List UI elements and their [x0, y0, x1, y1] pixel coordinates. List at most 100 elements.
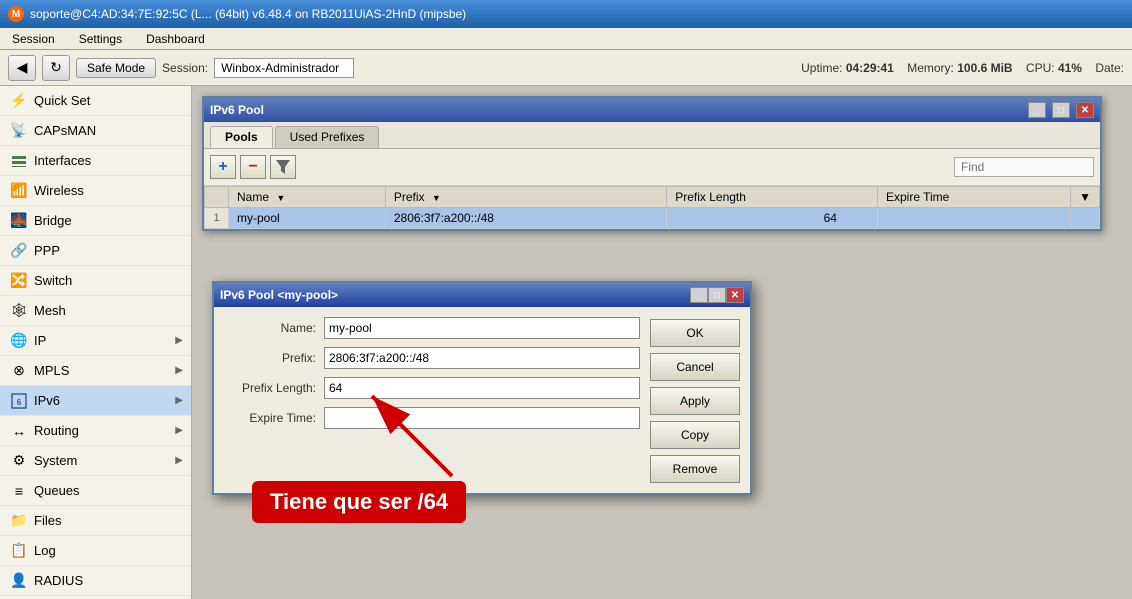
sidebar-item-switch[interactable]: 🔀 Switch — [0, 266, 191, 296]
switch-icon: 🔀 — [10, 272, 28, 290]
dialog-minimize-button[interactable]: _ — [690, 287, 708, 303]
sidebar-item-interfaces[interactable]: Interfaces — [0, 146, 191, 176]
find-input[interactable] — [954, 157, 1094, 177]
sidebar-item-quick-set[interactable]: ⚡ Quick Set — [0, 86, 191, 116]
cpu-value: 41% — [1058, 61, 1082, 75]
radius-icon: 👤 — [10, 572, 28, 590]
menu-dashboard[interactable]: Dashboard — [138, 30, 213, 48]
safe-mode-button[interactable]: Safe Mode — [76, 58, 156, 78]
sidebar-label-radius: RADIUS — [34, 573, 83, 588]
add-pool-button[interactable]: + — [210, 155, 236, 179]
remove-button[interactable]: Remove — [650, 455, 740, 483]
ipv6-pool-dialog: IPv6 Pool <my-pool> _ □ ✕ Name: Prefix: — [212, 281, 752, 495]
session-label: Session: — [162, 61, 208, 75]
pool-table-container: Name ▼ Prefix ▼ Prefix Length — [204, 186, 1100, 229]
dialog-buttons: OK Cancel Apply Copy Remove — [650, 317, 740, 483]
dialog-title-text: IPv6 Pool <my-pool> — [220, 288, 690, 302]
content-area: IPv6 Pool _ □ ✕ Pools Used Prefixes + − — [192, 86, 1132, 599]
title-bar-text: soporte@C4:AD:34:7E:92:5C (L... (64bit) … — [30, 7, 1124, 21]
tab-pools[interactable]: Pools — [210, 126, 273, 148]
ip-icon: 🌐 — [10, 332, 28, 350]
filter-button[interactable] — [270, 155, 296, 179]
expire-time-label: Expire Time: — [224, 411, 324, 425]
apply-button[interactable]: Apply — [650, 387, 740, 415]
routing-arrow-icon: ▶ — [175, 425, 183, 436]
ok-button[interactable]: OK — [650, 319, 740, 347]
sidebar-item-capsman[interactable]: 📡 CAPsMAN — [0, 116, 191, 146]
name-input[interactable] — [324, 317, 640, 339]
ipv6-pool-title-bar: IPv6 Pool _ □ ✕ — [204, 98, 1100, 122]
prefix-length-label: Prefix Length: — [224, 381, 324, 395]
queues-icon: ≡ — [10, 482, 28, 500]
tab-used-prefixes[interactable]: Used Prefixes — [275, 126, 380, 148]
name-label: Name: — [224, 321, 324, 335]
session-value: Winbox-Administrador — [214, 58, 354, 78]
sidebar-item-mpls[interactable]: ⊗ MPLS ▶ — [0, 356, 191, 386]
sidebar-item-log[interactable]: 📋 Log — [0, 536, 191, 566]
dropdown-col-header[interactable]: ▼ — [1071, 187, 1100, 208]
sidebar-label-interfaces: Interfaces — [34, 153, 91, 168]
sidebar-label-wireless: Wireless — [34, 183, 84, 198]
menu-settings[interactable]: Settings — [71, 30, 130, 48]
prefix-input[interactable] — [324, 347, 640, 369]
sidebar-item-routing[interactable]: ↔ Routing ▶ — [0, 416, 191, 446]
sidebar-label-switch: Switch — [34, 273, 72, 288]
expire-time-input[interactable] — [324, 407, 640, 429]
mpls-icon: ⊗ — [10, 362, 28, 380]
table-row[interactable]: 1 my-pool 2806:3f7:a200::/48 64 — [205, 208, 1100, 229]
row-expire-time-cell — [877, 208, 1070, 229]
sidebar-label-queues: Queues — [34, 483, 80, 498]
sidebar-item-queues[interactable]: ≡ Queues — [0, 476, 191, 506]
dialog-close-button[interactable]: ✕ — [726, 287, 744, 303]
form-section: Name: Prefix: Prefix Length: Expire Time… — [224, 317, 640, 483]
sidebar-label-ip: IP — [34, 333, 46, 348]
row-name-cell: my-pool — [229, 208, 386, 229]
system-icon: ⚙ — [10, 452, 28, 470]
pool-tabs: Pools Used Prefixes — [204, 122, 1100, 149]
prefix-length-row: Prefix Length: — [224, 377, 640, 399]
sidebar-label-ppp: PPP — [34, 243, 60, 258]
pool-toolbar: + − — [204, 149, 1100, 186]
row-number: 1 — [205, 208, 229, 229]
wireless-icon: 📶 — [10, 182, 28, 200]
forward-button[interactable]: ↻ — [42, 55, 70, 81]
sidebar-item-wireless[interactable]: 📶 Wireless — [0, 176, 191, 206]
prefix-length-input[interactable] — [324, 377, 640, 399]
sidebar-item-system[interactable]: ⚙ System ▶ — [0, 446, 191, 476]
remove-pool-button[interactable]: − — [240, 155, 266, 179]
pool-window-maximize-button[interactable]: □ — [1052, 102, 1070, 118]
dialog-maximize-button[interactable]: □ — [708, 287, 726, 303]
sidebar-item-ipv6[interactable]: 6 IPv6 ▶ — [0, 386, 191, 416]
svg-text:6: 6 — [17, 398, 22, 407]
copy-button[interactable]: Copy — [650, 421, 740, 449]
prefix-row: Prefix: — [224, 347, 640, 369]
ipv6-pool-window: IPv6 Pool _ □ ✕ Pools Used Prefixes + − — [202, 96, 1102, 231]
row-prefix-cell: 2806:3f7:a200::/48 — [385, 208, 666, 229]
sidebar-item-files[interactable]: 📁 Files — [0, 506, 191, 536]
ipv6-pool-window-title: IPv6 Pool — [210, 103, 1022, 117]
main-toolbar: ◀ ↻ Safe Mode Session: Winbox-Administra… — [0, 50, 1132, 86]
sidebar-item-mesh[interactable]: 🕸 Mesh — [0, 296, 191, 326]
expire-time-row: Expire Time: — [224, 407, 640, 429]
pool-window-minimize-button[interactable]: _ — [1028, 102, 1046, 118]
interfaces-icon — [10, 152, 28, 170]
sidebar-item-ip[interactable]: 🌐 IP ▶ — [0, 326, 191, 356]
sidebar-label-ipv6: IPv6 — [34, 393, 60, 408]
sidebar-item-radius[interactable]: 👤 RADIUS — [0, 566, 191, 596]
col-name-header: Name ▼ — [229, 187, 386, 208]
cpu-label: CPU: — [1026, 61, 1055, 75]
menu-session[interactable]: Session — [4, 30, 63, 48]
pool-table: Name ▼ Prefix ▼ Prefix Length — [204, 186, 1100, 229]
date-label: Date: — [1095, 61, 1124, 75]
col-prefix-header: Prefix ▼ — [385, 187, 666, 208]
pool-window-close-button[interactable]: ✕ — [1076, 102, 1094, 118]
menu-bar: Session Settings Dashboard — [0, 28, 1132, 50]
cancel-button[interactable]: Cancel — [650, 353, 740, 381]
sidebar-item-ppp[interactable]: 🔗 PPP — [0, 236, 191, 266]
mpls-arrow-icon: ▶ — [175, 365, 183, 376]
quick-set-icon: ⚡ — [10, 92, 28, 110]
row-num-header — [205, 187, 229, 208]
sidebar-item-bridge[interactable]: 🌉 Bridge — [0, 206, 191, 236]
back-button[interactable]: ◀ — [8, 55, 36, 81]
main-layout: ⚡ Quick Set 📡 CAPsMAN Interfaces 📶 Wirel… — [0, 86, 1132, 599]
